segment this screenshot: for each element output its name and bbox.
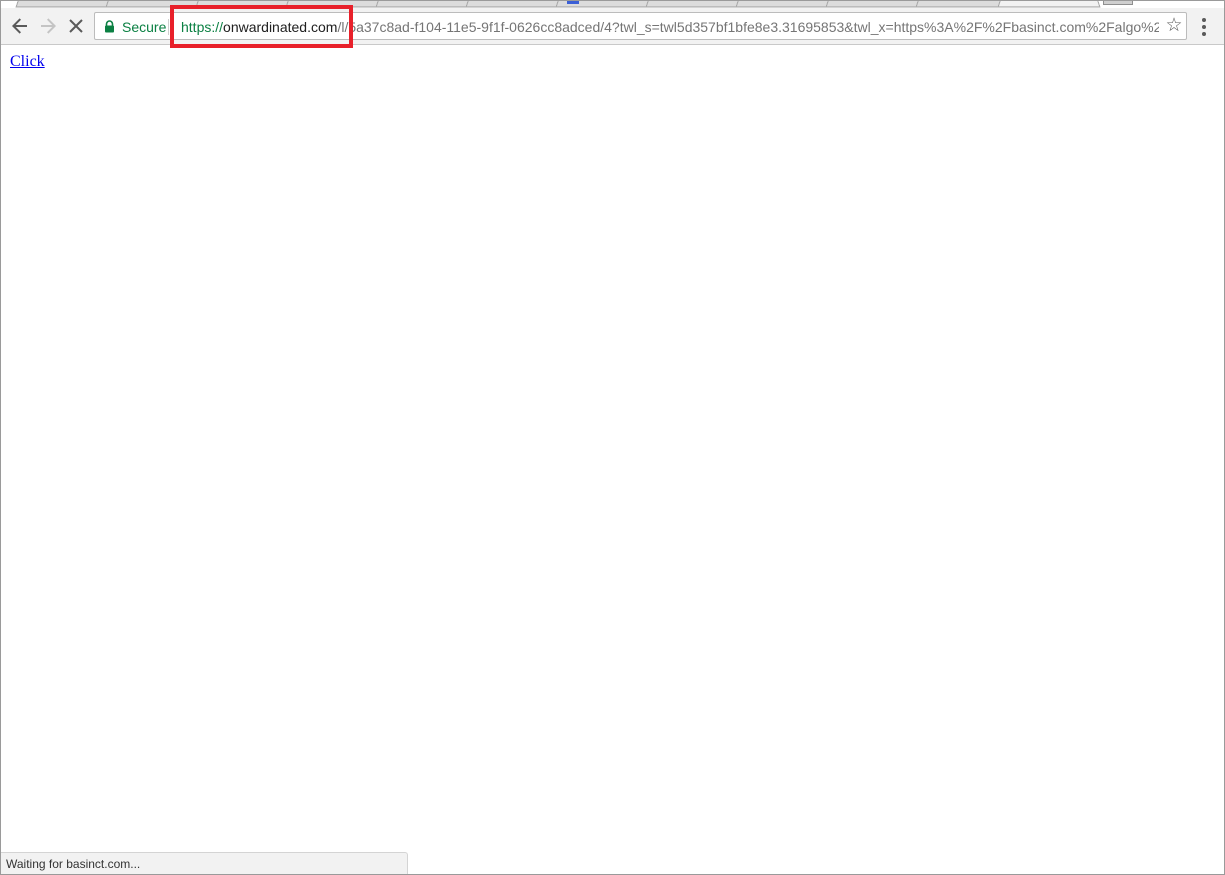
secure-label[interactable]: Secure (122, 19, 166, 35)
new-tab-button[interactable] (1103, 1, 1133, 5)
back-arrow-icon (12, 18, 27, 34)
lock-icon (105, 20, 114, 33)
browser-tab[interactable] (645, 1, 749, 8)
page-content: Click (1, 46, 1224, 874)
stop-loading-icon (69, 19, 83, 33)
status-bar: Waiting for basinct.com... (1, 852, 408, 874)
forward-button[interactable] (35, 13, 61, 39)
url-highlight-annotation (170, 5, 353, 48)
omnibox-divider (168, 19, 169, 35)
kebab-menu-icon[interactable] (1194, 14, 1214, 40)
browser-tab[interactable] (465, 1, 569, 8)
stop-button[interactable] (63, 13, 89, 39)
browser-tab[interactable] (15, 1, 119, 8)
forward-arrow-icon (41, 18, 56, 34)
browser-tab-active[interactable] (997, 1, 1101, 8)
browser-tab[interactable] (825, 1, 929, 8)
browser-window: Secure https://onwardinated.com/l/5a37c8… (0, 0, 1225, 875)
browser-tab[interactable] (735, 1, 839, 8)
browser-tab[interactable] (375, 1, 479, 8)
tab-favicon-icon (567, 1, 579, 4)
click-link[interactable]: Click (10, 53, 45, 71)
back-button[interactable] (7, 13, 33, 39)
star-icon[interactable]: ☆ (1163, 15, 1185, 37)
url-path: /l/5a37c8ad-f104-11e5-9f1f-0626cc8adced/… (337, 19, 1159, 35)
